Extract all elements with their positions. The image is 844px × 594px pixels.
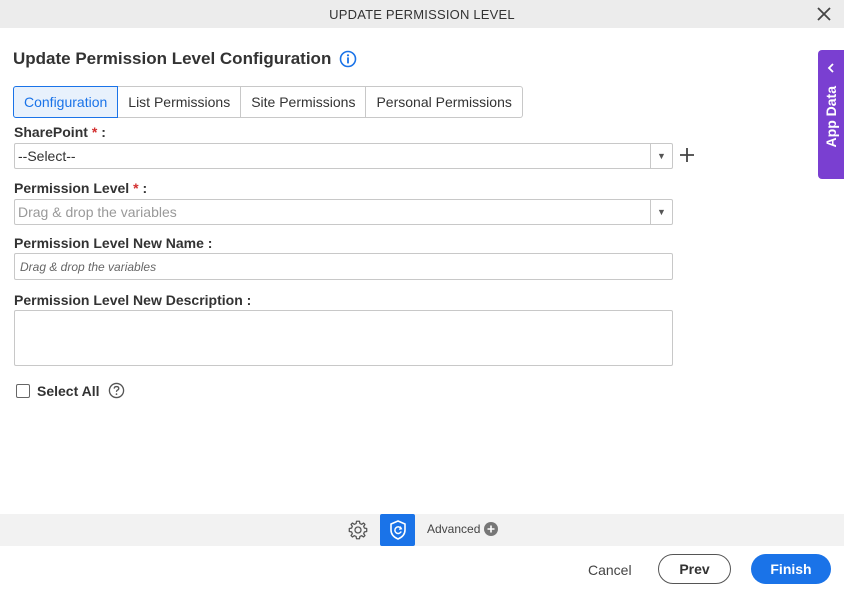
shield-button[interactable] xyxy=(380,514,415,546)
new-description-label: Permission Level New Description : xyxy=(14,292,252,308)
permission-level-label-text: Permission Level xyxy=(14,180,130,196)
footer-toolbar xyxy=(0,514,844,546)
sharepoint-select-value: --Select-- xyxy=(18,148,76,164)
tab-list-permissions[interactable]: List Permissions xyxy=(118,86,242,118)
tab-configuration[interactable]: Configuration xyxy=(13,86,119,118)
permission-level-placeholder: Drag & drop the variables xyxy=(18,204,177,220)
plus-circle-icon[interactable] xyxy=(484,522,499,536)
tab-site-permissions[interactable]: Site Permissions xyxy=(241,86,367,118)
permission-level-select[interactable]: Drag & drop the variables ▼ xyxy=(14,199,673,225)
dialog-titlebar: UPDATE PERMISSION LEVEL xyxy=(0,0,844,28)
shield-refresh-icon xyxy=(389,520,406,540)
help-icon[interactable] xyxy=(108,382,125,399)
page-heading: Update Permission Level Configuration xyxy=(13,49,357,69)
select-all-row: Select All xyxy=(16,382,125,399)
page-title: Update Permission Level Configuration xyxy=(13,49,332,68)
label-colon: : xyxy=(142,180,148,196)
select-all-label: Select All xyxy=(37,382,100,399)
required-mark: * xyxy=(91,124,98,140)
new-name-placeholder: Drag & drop the variables xyxy=(20,259,157,274)
add-icon[interactable] xyxy=(678,146,696,164)
sharepoint-label-text: SharePoint xyxy=(14,124,88,140)
app-data-panel[interactable]: App Data xyxy=(818,50,844,179)
prev-button[interactable]: Prev xyxy=(658,554,731,584)
new-description-textarea[interactable] xyxy=(14,310,673,366)
info-icon[interactable] xyxy=(339,50,357,68)
config-tabs: Configuration List Permissions Site Perm… xyxy=(13,86,523,118)
dialog-title: UPDATE PERMISSION LEVEL xyxy=(329,6,515,22)
dropdown-arrow-icon[interactable]: ▼ xyxy=(650,200,672,224)
sharepoint-select[interactable]: --Select-- ▼ xyxy=(14,143,673,169)
select-all-checkbox[interactable] xyxy=(16,383,30,398)
cancel-button[interactable]: Cancel xyxy=(588,556,632,584)
new-name-label: Permission Level New Name : xyxy=(14,235,213,251)
tab-personal-permissions[interactable]: Personal Permissions xyxy=(366,86,523,118)
close-icon[interactable] xyxy=(814,4,834,24)
gear-icon[interactable] xyxy=(347,519,369,541)
required-mark: * xyxy=(133,180,139,196)
finish-button[interactable]: Finish xyxy=(751,554,831,584)
permission-level-label: Permission Level * : xyxy=(14,180,147,196)
label-colon: : xyxy=(101,124,106,140)
new-name-input[interactable]: Drag & drop the variables xyxy=(14,253,673,280)
chevron-left-icon[interactable] xyxy=(825,62,837,74)
app-data-label: App Data xyxy=(823,86,839,148)
sharepoint-label: SharePoint * : xyxy=(14,124,106,140)
dropdown-arrow-icon[interactable]: ▼ xyxy=(650,144,672,168)
advanced-toggle[interactable]: Advanced xyxy=(427,522,499,536)
advanced-label: Advanced xyxy=(427,522,481,536)
